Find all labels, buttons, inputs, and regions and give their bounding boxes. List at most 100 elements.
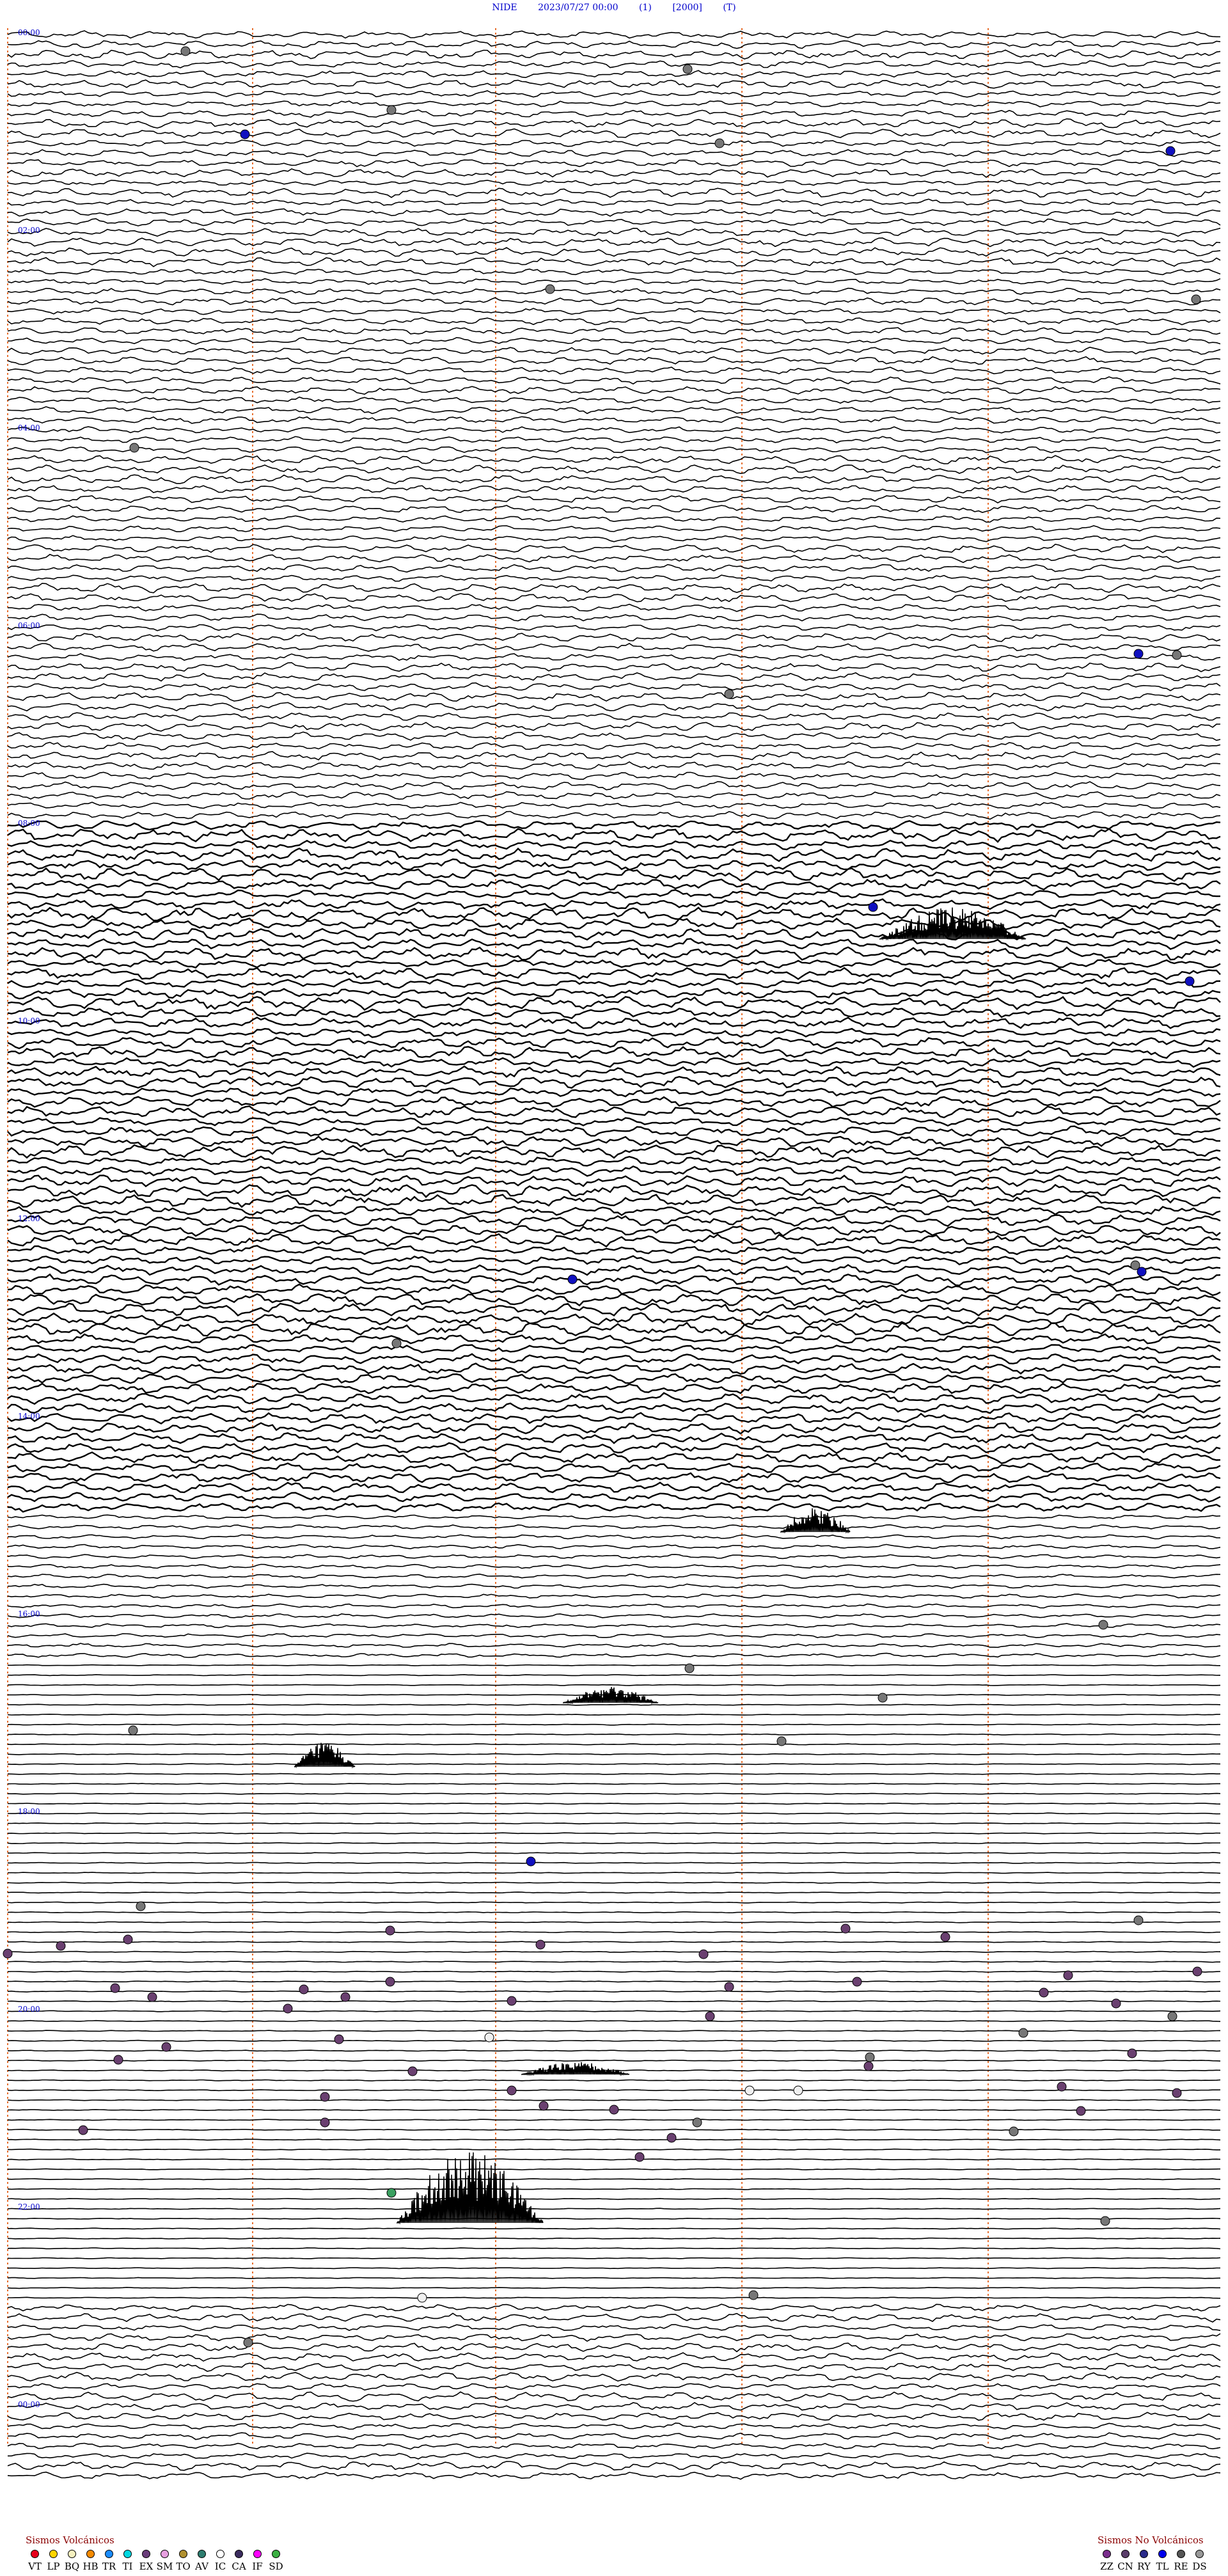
event-marker-icon [793, 2085, 803, 2096]
legend-volcanic-dot-icon [272, 2550, 280, 2558]
trace-line [7, 1224, 1221, 1237]
trace-line [7, 474, 1221, 484]
seismogram [3, 28, 1221, 2480]
trace-line [7, 1432, 1221, 1444]
trace-line [7, 504, 1221, 513]
legend-volcanic-item-hb: HB [81, 2550, 100, 2572]
event-marker-icon [692, 2117, 702, 2128]
trace-line [7, 1703, 1221, 1706]
event-marker-icon [340, 1992, 350, 2002]
trace-line [7, 1422, 1221, 1435]
trace-line [7, 2383, 1221, 2391]
trace-line [7, 1344, 1221, 1354]
trace-line [8, 1802, 1221, 1805]
event-burst [294, 1742, 356, 1769]
trace-line [7, 1016, 1221, 1029]
trace-line [7, 1007, 1221, 1020]
trace-line [7, 59, 1221, 68]
trace-line [7, 2197, 1221, 2201]
trace-line [7, 2422, 1221, 2430]
trace-line [7, 1046, 1221, 1059]
trace-line [7, 1363, 1221, 1375]
trace-line [7, 2343, 1221, 2353]
trace-line [7, 347, 1221, 355]
trace-line [7, 858, 1221, 871]
trace-line [7, 40, 1221, 49]
event-marker-icon [110, 1983, 120, 1993]
trace-line [7, 1593, 1221, 1599]
trace-line [7, 987, 1221, 1000]
event-marker-icon [283, 2003, 293, 2014]
trace-line [7, 839, 1221, 851]
trace-line [7, 2362, 1221, 2372]
event-marker-icon [123, 1934, 133, 1945]
event-marker-icon [243, 2337, 253, 2348]
trace-line [7, 2188, 1221, 2190]
trace-line [7, 928, 1221, 942]
trace-line [7, 1205, 1221, 1217]
trace-line [7, 1573, 1221, 1579]
trace-line [7, 416, 1221, 424]
trace-line [7, 741, 1221, 751]
event-marker-icon [1098, 1620, 1108, 1630]
legend-volcanic-dot-icon [105, 2550, 113, 2558]
trace-line [8, 1135, 1220, 1148]
trace-line [7, 436, 1220, 444]
trace-line [7, 632, 1221, 642]
legend-volcanic-item-to: TO [174, 2550, 193, 2572]
event-marker-icon [128, 1725, 138, 1735]
trace-line [8, 1941, 1221, 1943]
trace-line [7, 1891, 1221, 1894]
event-marker-icon [1172, 2088, 1182, 2098]
hour-label: 04:00 [18, 423, 40, 432]
trace-line [7, 1214, 1221, 1227]
trace-line [7, 464, 1221, 475]
trace-line [7, 1563, 1221, 1569]
legend-nonvolcanic-dot-icon [1121, 2550, 1130, 2558]
trace-line [7, 781, 1221, 791]
legend-nonvolcanic-code: ZZ [1100, 2561, 1114, 2572]
event-marker-icon [1133, 1915, 1144, 1925]
trace-line [7, 2059, 1221, 2062]
legend-nonvolcanic-item-ry: RY [1135, 2550, 1153, 2572]
event-marker-icon [776, 1736, 787, 1746]
trace-line [7, 1382, 1221, 1395]
legend-nonvolcanic-dot-icon [1140, 2550, 1148, 2558]
trace-line [7, 1753, 1221, 1755]
event-marker-icon [180, 46, 191, 56]
trace-line [7, 2286, 1220, 2289]
trace-line [7, 1283, 1221, 1297]
trace-line [7, 1233, 1221, 1248]
trace-line [7, 1194, 1221, 1208]
trace-line [8, 2128, 1221, 2131]
event-marker-icon [634, 2152, 645, 2162]
trace-line [7, 128, 1221, 138]
event-marker-icon [1039, 1987, 1049, 1998]
trace-line [7, 1832, 1221, 1835]
event-marker-icon [386, 105, 397, 115]
event-marker-icon [539, 2101, 549, 2111]
trace-line [7, 159, 1221, 168]
trace-line [7, 1950, 1221, 1953]
event-marker-icon [698, 1949, 709, 1959]
event-marker-icon [391, 1338, 402, 1348]
legend-nonvolcanic-dot-icon [1195, 2550, 1204, 2558]
legend-volcanic-item-sd: SD [267, 2550, 285, 2572]
event-marker-icon [386, 2188, 397, 2198]
legend-nonvolcanic: Sismos No Volcánicos ZZ CN RY TL RE DS [1098, 2534, 1209, 2572]
event-marker-icon [1057, 2082, 1067, 2092]
legend-nonvolcanic-title: Sismos No Volcánicos [1098, 2534, 1204, 2546]
trace-line [7, 2391, 1221, 2402]
trace-line [7, 308, 1221, 315]
trace-line [8, 1472, 1221, 1483]
event-marker-icon [1076, 2106, 1086, 2116]
event-marker-icon [865, 2052, 875, 2062]
trace-line [8, 613, 1221, 622]
event-marker-icon [1167, 2011, 1177, 2021]
trace-line [7, 525, 1221, 532]
trace-line [7, 1901, 1221, 1904]
trace-line [7, 1087, 1221, 1098]
event-marker-icon [407, 2066, 418, 2076]
event-burst [780, 1508, 851, 1534]
trace-line [7, 1792, 1221, 1795]
